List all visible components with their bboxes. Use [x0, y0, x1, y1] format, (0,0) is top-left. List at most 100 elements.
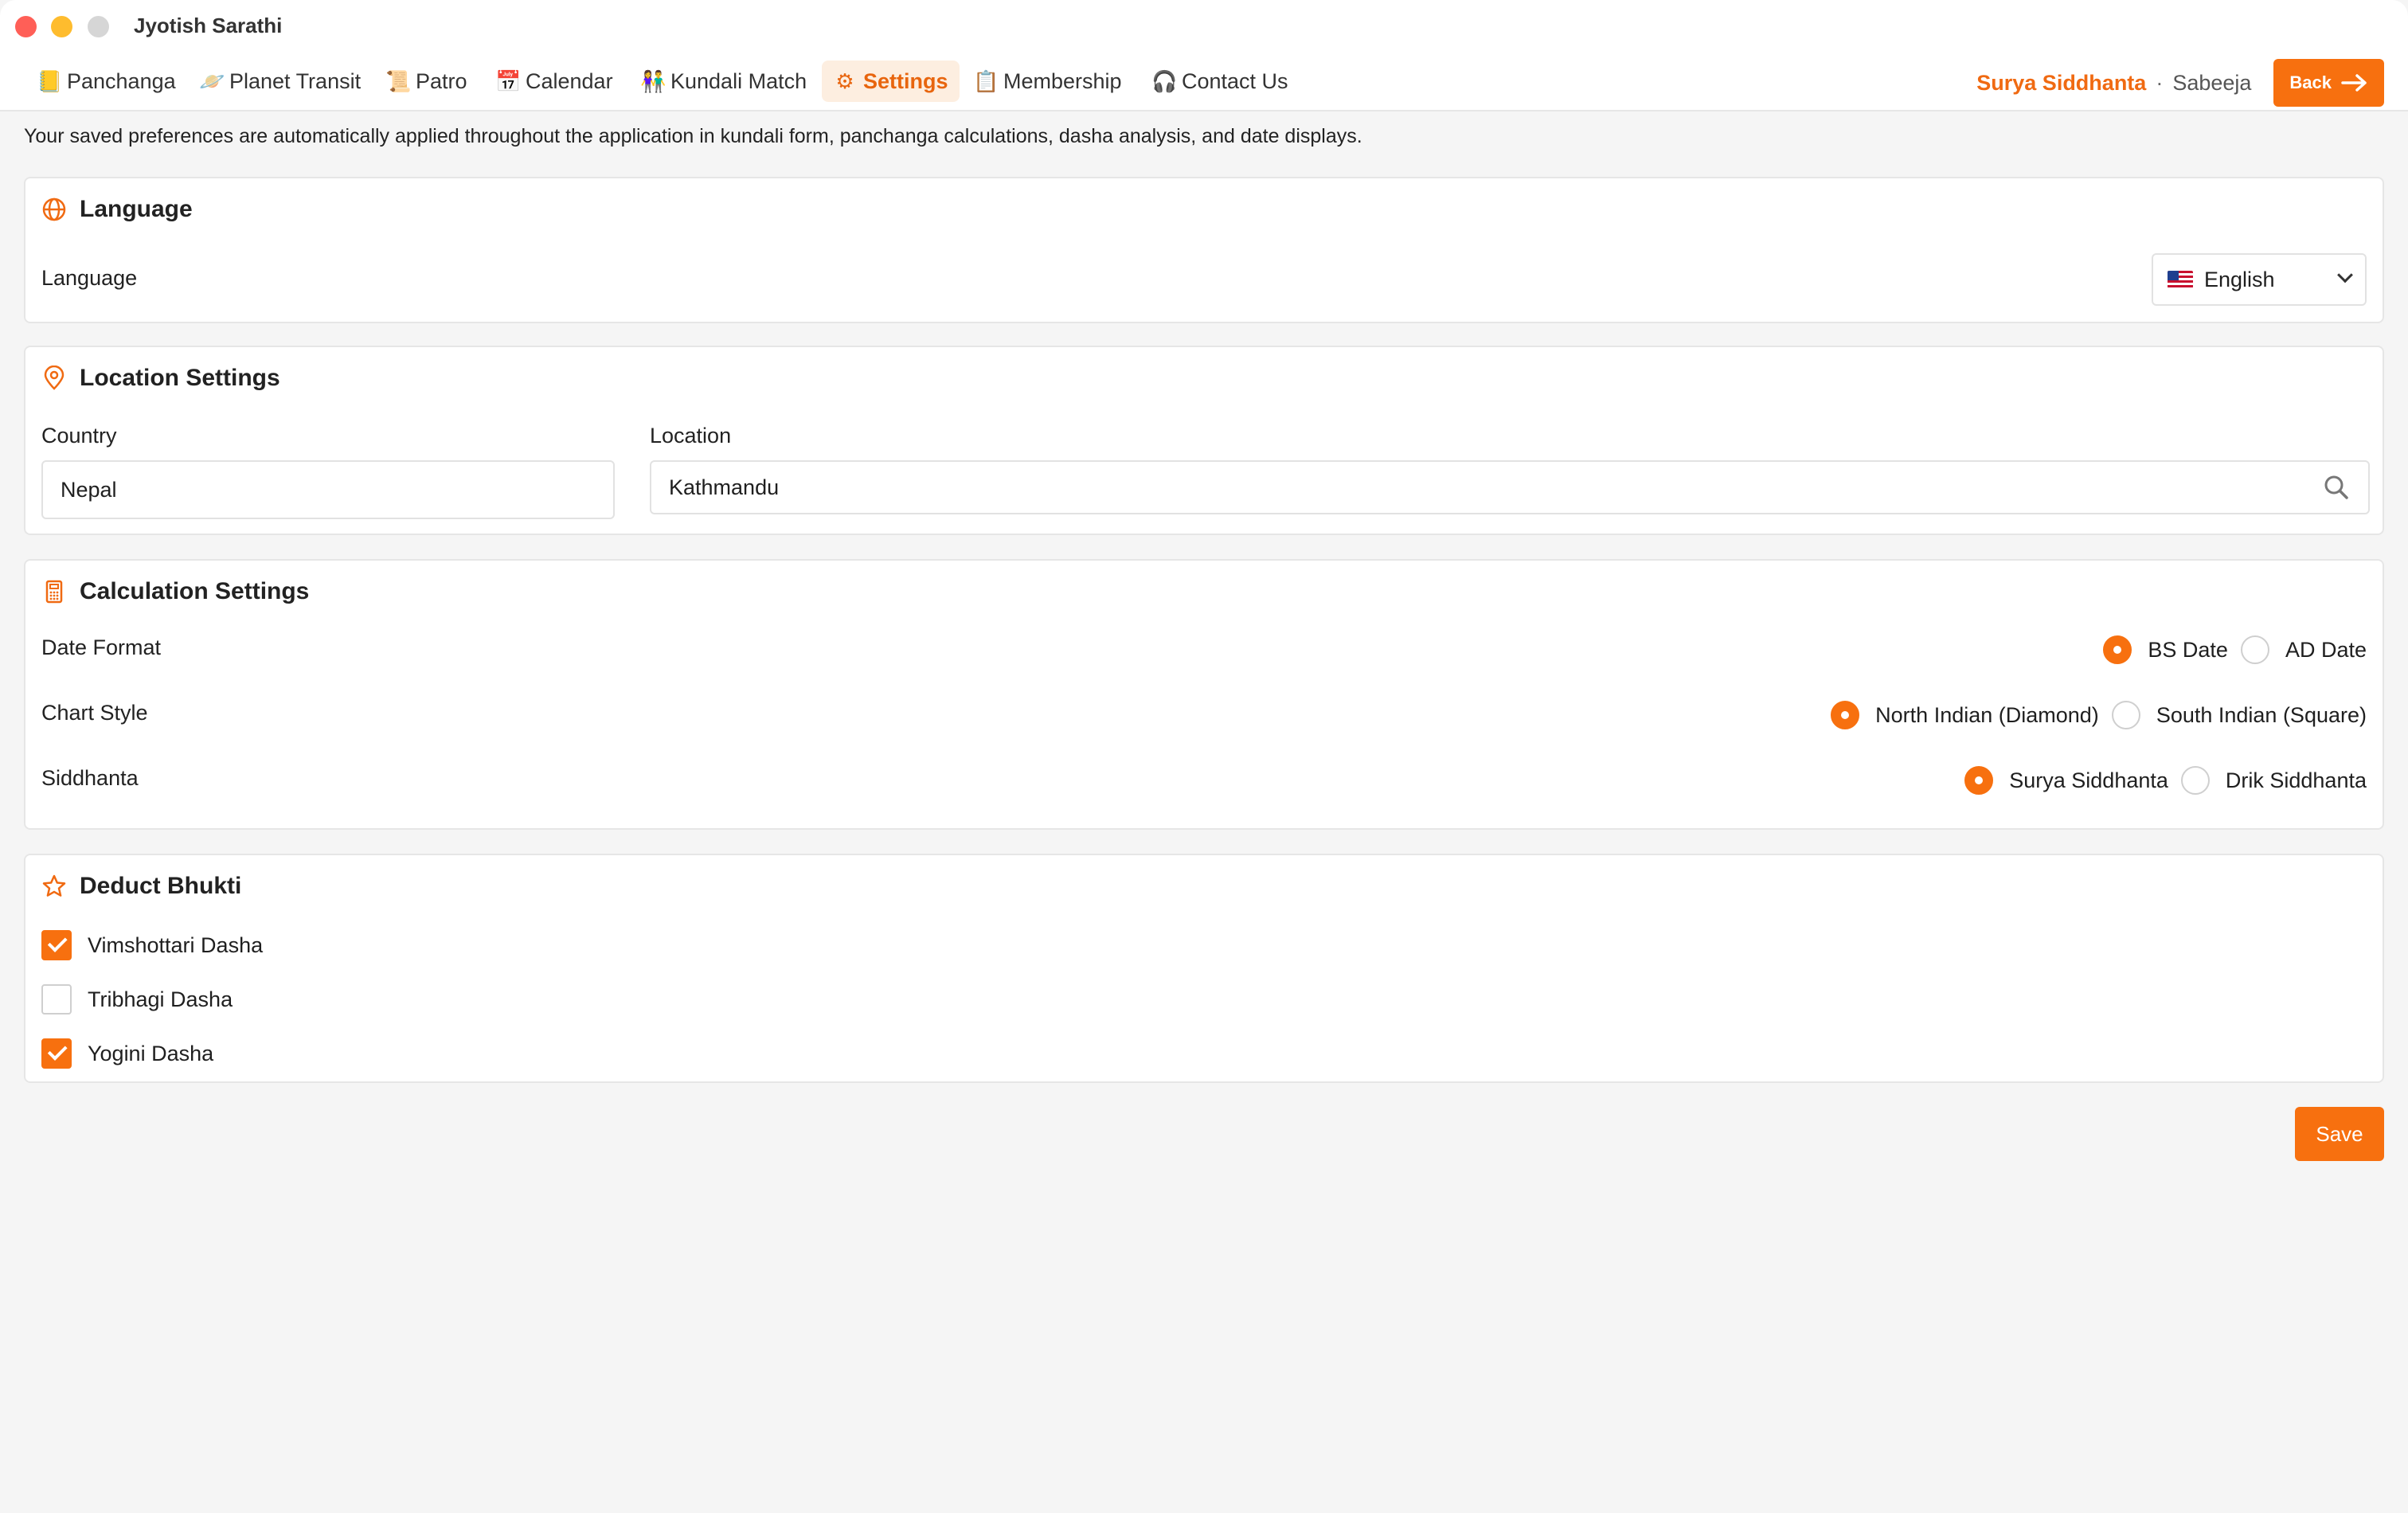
- location-search-input[interactable]: Kathmandu: [650, 460, 2370, 514]
- globe-icon: [42, 197, 66, 221]
- checkbox-label: Tribhagi Dasha: [88, 987, 233, 1011]
- siddhanta-radio-group: Surya Siddhanta Drik Siddhanta: [1964, 766, 2367, 795]
- siddhanta-label: Siddhanta: [41, 766, 139, 790]
- nav-planet-transit[interactable]: 🪐 Planet Transit: [188, 61, 372, 102]
- radio-ad-date[interactable]: AD Date: [2240, 635, 2367, 664]
- chevron-down-icon: [2337, 267, 2353, 283]
- us-flag-icon: [2168, 271, 2193, 288]
- minimize-window-button[interactable]: [51, 16, 72, 37]
- card-title: Location Settings: [80, 365, 280, 391]
- back-button-label: Back: [2289, 72, 2332, 92]
- title-bar: Jyotish Sarathi: [0, 0, 2408, 54]
- bhukti-card-header: Deduct Bhukti: [41, 873, 241, 900]
- radio-indicator: [2103, 635, 2132, 664]
- nav-membership[interactable]: 📋 Membership: [962, 61, 1133, 102]
- language-selected-value: English: [2204, 267, 2275, 291]
- search-icon[interactable]: [2322, 473, 2351, 502]
- nav-label: Patro: [416, 68, 467, 93]
- checkbox-yogini-dasha[interactable]: Yogini Dasha: [41, 1038, 213, 1069]
- radio-drik-siddhanta[interactable]: Drik Siddhanta: [2180, 766, 2367, 795]
- nav-calendar[interactable]: 📅 Calendar: [484, 61, 624, 102]
- radio-label: BS Date: [2148, 637, 2228, 662]
- country-label: Country: [41, 424, 117, 448]
- language-card: Language Language English: [24, 177, 2384, 323]
- chart-style-label: Chart Style: [41, 701, 148, 725]
- radio-label: Drik Siddhanta: [2225, 768, 2367, 792]
- current-siddhanta: Surya Siddhanta: [1976, 70, 2147, 95]
- nav-label: Calendar: [526, 68, 613, 93]
- checkbox-vimshottari-dasha[interactable]: Vimshottari Dasha: [41, 930, 263, 960]
- clipboard-icon: 📋: [973, 68, 999, 93]
- save-button[interactable]: Save: [2295, 1107, 2384, 1161]
- checkbox-tribhagi-dasha[interactable]: Tribhagi Dasha: [41, 984, 233, 1015]
- language-card-header: Language: [41, 196, 193, 223]
- checkbox-indicator: [41, 984, 72, 1015]
- radio-indicator: [1831, 701, 1860, 729]
- nav-contact-us[interactable]: 🎧 Contact Us: [1140, 61, 1300, 102]
- scroll-icon: 📜: [385, 68, 412, 93]
- map-pin-icon: [44, 366, 64, 390]
- location-label: Location: [650, 424, 732, 448]
- app-window: Jyotish Sarathi 📒 Panchanga 🪐 Planet Tra…: [0, 0, 2408, 1513]
- calculation-card-header: Calculation Settings: [41, 578, 309, 605]
- nav-label: Planet Transit: [229, 68, 362, 93]
- save-button-label: Save: [2316, 1121, 2363, 1146]
- radio-label: AD Date: [2285, 637, 2367, 662]
- back-button[interactable]: Back: [2273, 59, 2384, 107]
- radio-indicator: [1964, 766, 1994, 795]
- calendar-icon: 📅: [495, 68, 522, 93]
- top-navigation: 📒 Panchanga 🪐 Planet Transit 📜 Patro 📅 C…: [0, 54, 2408, 111]
- radio-label: North Indian (Diamond): [1875, 702, 2099, 727]
- current-mode: Sabeeja: [2172, 70, 2252, 95]
- language-label: Language: [41, 266, 138, 290]
- headset-icon: 🎧: [1151, 68, 1178, 93]
- card-title: Calculation Settings: [80, 578, 310, 604]
- calculator-icon: [45, 580, 63, 604]
- location-settings-card: Location Settings Country Nepal Location…: [24, 346, 2384, 535]
- checkbox-label: Yogini Dasha: [88, 1041, 214, 1065]
- separator: ·: [2156, 70, 2164, 95]
- calculation-settings-card: Calculation Settings Date Format BS Date…: [24, 559, 2384, 830]
- nav-label: Membership: [1003, 68, 1122, 93]
- radio-south-indian[interactable]: South Indian (Square): [2111, 701, 2367, 729]
- nav-kundali-match[interactable]: 👫 Kundali Match: [629, 61, 818, 102]
- country-field[interactable]: Nepal: [41, 460, 615, 519]
- nav-label: Panchanga: [67, 68, 176, 93]
- radio-indicator: [2180, 766, 2210, 795]
- language-select[interactable]: English: [2152, 253, 2367, 306]
- couple-icon: 👫: [640, 68, 666, 93]
- radio-bs-date[interactable]: BS Date: [2103, 635, 2228, 664]
- star-icon: [42, 874, 66, 897]
- card-title: Language: [80, 196, 193, 222]
- gear-icon: ⚙: [835, 68, 854, 93]
- close-window-button[interactable]: [15, 16, 37, 37]
- nav-label: Kundali Match: [670, 68, 807, 93]
- country-value: Nepal: [61, 477, 117, 502]
- radio-indicator: [2111, 701, 2140, 729]
- app-title: Jyotish Sarathi: [134, 14, 283, 37]
- radio-north-indian[interactable]: North Indian (Diamond): [1831, 701, 2099, 729]
- radio-label: Surya Siddhanta: [2009, 768, 2168, 792]
- date-format-label: Date Format: [41, 635, 162, 659]
- nav-panchanga[interactable]: 📒 Panchanga: [25, 61, 187, 102]
- maximize-window-button[interactable]: [88, 16, 109, 37]
- radio-indicator: [2240, 635, 2269, 664]
- checkbox-indicator: [41, 1038, 72, 1069]
- nav-settings[interactable]: ⚙ Settings: [822, 61, 960, 102]
- notebook-icon: 📒: [37, 68, 63, 93]
- nav-status: Surya Siddhanta · Sabeeja Back: [1976, 58, 2384, 108]
- radio-surya-siddhanta[interactable]: Surya Siddhanta: [1964, 766, 2168, 795]
- radio-label: South Indian (Square): [2156, 702, 2367, 727]
- nav-label: Settings: [863, 68, 948, 93]
- checkbox-indicator: [41, 930, 72, 960]
- checkbox-label: Vimshottari Dasha: [88, 932, 264, 957]
- date-format-radio-group: BS Date AD Date: [2103, 635, 2367, 664]
- arrow-right-icon: [2341, 74, 2367, 92]
- location-value: Kathmandu: [669, 475, 780, 499]
- nav-patro[interactable]: 📜 Patro: [374, 61, 479, 102]
- deduct-bhukti-card: Deduct Bhukti Vimshottari Dasha Tribhagi…: [24, 854, 2384, 1083]
- location-card-header: Location Settings: [41, 365, 280, 392]
- planet-icon: 🪐: [199, 68, 225, 93]
- chart-style-radio-group: North Indian (Diamond) South Indian (Squ…: [1831, 701, 2367, 729]
- nav-label: Contact Us: [1182, 68, 1288, 93]
